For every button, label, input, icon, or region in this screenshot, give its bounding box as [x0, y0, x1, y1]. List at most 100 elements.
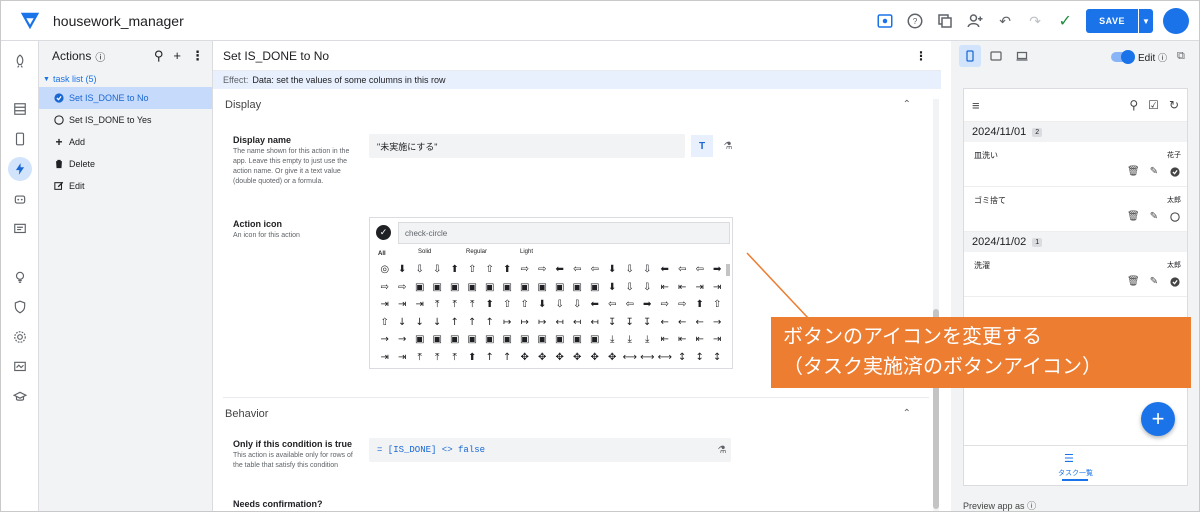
icon-option[interactable]: ↑ — [446, 317, 464, 328]
icon-option[interactable]: ✥ — [534, 352, 552, 363]
icon-option[interactable]: ⟷ — [639, 352, 657, 363]
icon-option[interactable]: ↤ — [586, 317, 604, 328]
edit-icon[interactable]: ✎ — [1148, 276, 1160, 287]
icon-option[interactable]: ▣ — [534, 282, 552, 293]
icon-option[interactable]: ✥ — [551, 352, 569, 363]
circle-outline-icon[interactable] — [1169, 211, 1181, 222]
condition-input[interactable]: = [IS_DONE] <> false — [369, 438, 731, 462]
info-icon[interactable]: ⓘ — [1027, 501, 1036, 511]
icon-option[interactable]: ⬆ — [481, 299, 499, 310]
icon-option[interactable]: ▣ — [569, 282, 587, 293]
icon-option[interactable]: ✥ — [569, 352, 587, 363]
icon-option[interactable]: ▣ — [446, 334, 464, 345]
icon-option[interactable]: ▣ — [464, 282, 482, 293]
icon-option[interactable]: ⇩ — [621, 282, 639, 293]
icon-option[interactable]: ⤒ — [446, 352, 464, 363]
select-checkbox-icon[interactable]: ☑ — [1148, 98, 1159, 112]
icon-option[interactable]: ▣ — [586, 282, 604, 293]
icon-option[interactable]: ↓ — [429, 317, 447, 328]
behavior-section-header[interactable]: Behavior — [225, 408, 268, 420]
icon-option[interactable]: ⇥ — [709, 334, 727, 345]
icon-option[interactable]: ↑ — [499, 352, 517, 363]
tab-all[interactable]: All — [378, 251, 386, 257]
icon-option[interactable]: ↓ — [394, 317, 412, 328]
icon-option[interactable]: ↕ — [674, 352, 692, 363]
icon-option[interactable]: ← — [674, 317, 692, 328]
icon-option[interactable]: ▣ — [586, 334, 604, 345]
action-item-delete[interactable]: Delete — [39, 153, 212, 175]
more-vert-icon[interactable]: ⋮ — [915, 49, 927, 63]
icon-option[interactable]: ⬅ — [656, 264, 674, 275]
icon-option[interactable]: ⇦ — [621, 299, 639, 310]
icon-option[interactable]: ⤒ — [429, 352, 447, 363]
chevron-up-icon[interactable]: ⌃ — [903, 99, 911, 110]
icon-option[interactable]: ⇥ — [709, 282, 727, 293]
icon-option[interactable]: ⤓ — [604, 334, 622, 345]
icon-option[interactable]: ⤒ — [411, 352, 429, 363]
icon-option[interactable]: ⤓ — [621, 334, 639, 345]
edit-icon[interactable]: ✎ — [1148, 166, 1160, 177]
icon-option[interactable]: ⇧ — [481, 264, 499, 275]
icon-option[interactable]: ⇤ — [691, 334, 709, 345]
add-fab-button[interactable]: + — [1141, 402, 1175, 436]
icon-option[interactable]: ⟷ — [621, 352, 639, 363]
icon-option[interactable]: ⬇ — [534, 299, 552, 310]
info-icon[interactable]: ⓘ — [95, 49, 105, 64]
date-group-header[interactable]: 2024/11/01 2 — [964, 122, 1187, 142]
icon-option[interactable]: ➡ — [639, 299, 657, 310]
task-row[interactable]: ゴミ捨て 太郎 🗑 ✎ — [964, 187, 1187, 232]
check-icon[interactable]: ✓ — [1055, 11, 1075, 31]
icon-option[interactable]: ⟷ — [656, 352, 674, 363]
icon-option[interactable]: ⇥ — [691, 282, 709, 293]
trash-icon[interactable]: 🗑 — [1127, 211, 1140, 222]
icon-option[interactable]: ⇧ — [516, 299, 534, 310]
icon-option[interactable]: ▣ — [534, 334, 552, 345]
task-row[interactable]: 洗濯 太郎 🗑 ✎ — [964, 252, 1187, 297]
icon-option[interactable]: ↧ — [604, 317, 622, 328]
icon-option[interactable]: ⇧ — [464, 264, 482, 275]
icon-option[interactable]: ✥ — [604, 352, 622, 363]
more-vert-icon[interactable]: ⋮ — [191, 48, 204, 64]
icon-option[interactable]: ⇨ — [534, 264, 552, 275]
icon-option[interactable]: ⤒ — [464, 299, 482, 310]
icon-option[interactable]: ⇤ — [674, 282, 692, 293]
icon-option[interactable]: ▣ — [569, 334, 587, 345]
edit-icon[interactable]: ✎ — [1148, 211, 1160, 222]
icon-option[interactable]: ⬆ — [691, 299, 709, 310]
search-icon[interactable]: ⚲ — [154, 48, 164, 64]
info-icon[interactable]: ⓘ — [1158, 53, 1167, 63]
trash-icon[interactable]: 🗑 — [1127, 276, 1140, 287]
security-shield-icon[interactable] — [10, 297, 30, 317]
lightbulb-icon[interactable] — [10, 267, 30, 287]
icon-option[interactable]: ⇤ — [656, 334, 674, 345]
data-table-icon[interactable] — [10, 99, 30, 119]
icon-option[interactable]: ▣ — [499, 334, 517, 345]
bot-icon[interactable] — [10, 189, 30, 209]
desktop-device-icon[interactable] — [1011, 45, 1033, 67]
action-item-set-is-done-no[interactable]: Set IS_DONE to No — [39, 87, 212, 109]
icon-option[interactable]: ⇩ — [639, 282, 657, 293]
icon-option[interactable]: ↕ — [691, 352, 709, 363]
icon-option[interactable]: ← — [656, 317, 674, 328]
flask-icon[interactable]: ⚗ — [717, 135, 739, 157]
icon-option[interactable]: ⬅ — [551, 264, 569, 275]
learn-cap-icon[interactable] — [10, 387, 30, 407]
icon-option[interactable]: ⇩ — [411, 264, 429, 275]
icon-option[interactable]: ↤ — [551, 317, 569, 328]
icon-option[interactable]: ⬆ — [446, 264, 464, 275]
open-external-icon[interactable]: ⧉ — [1177, 50, 1185, 63]
icon-option[interactable]: ▣ — [516, 334, 534, 345]
icon-option[interactable]: ⇥ — [376, 352, 394, 363]
icon-option[interactable]: ↦ — [499, 317, 517, 328]
icon-option[interactable]: ⤒ — [446, 299, 464, 310]
icon-option[interactable]: ↦ — [534, 317, 552, 328]
icon-option[interactable]: ⬆ — [499, 264, 517, 275]
rocket-icon[interactable] — [10, 51, 30, 71]
icon-option[interactable]: ▣ — [411, 282, 429, 293]
icon-option[interactable]: ⇩ — [569, 299, 587, 310]
icon-option[interactable]: ▣ — [464, 334, 482, 345]
icon-option[interactable]: → — [709, 317, 727, 328]
icon-option[interactable]: ⇧ — [376, 317, 394, 328]
icon-option[interactable]: ▣ — [446, 282, 464, 293]
picker-scrollbar[interactable] — [726, 264, 730, 276]
